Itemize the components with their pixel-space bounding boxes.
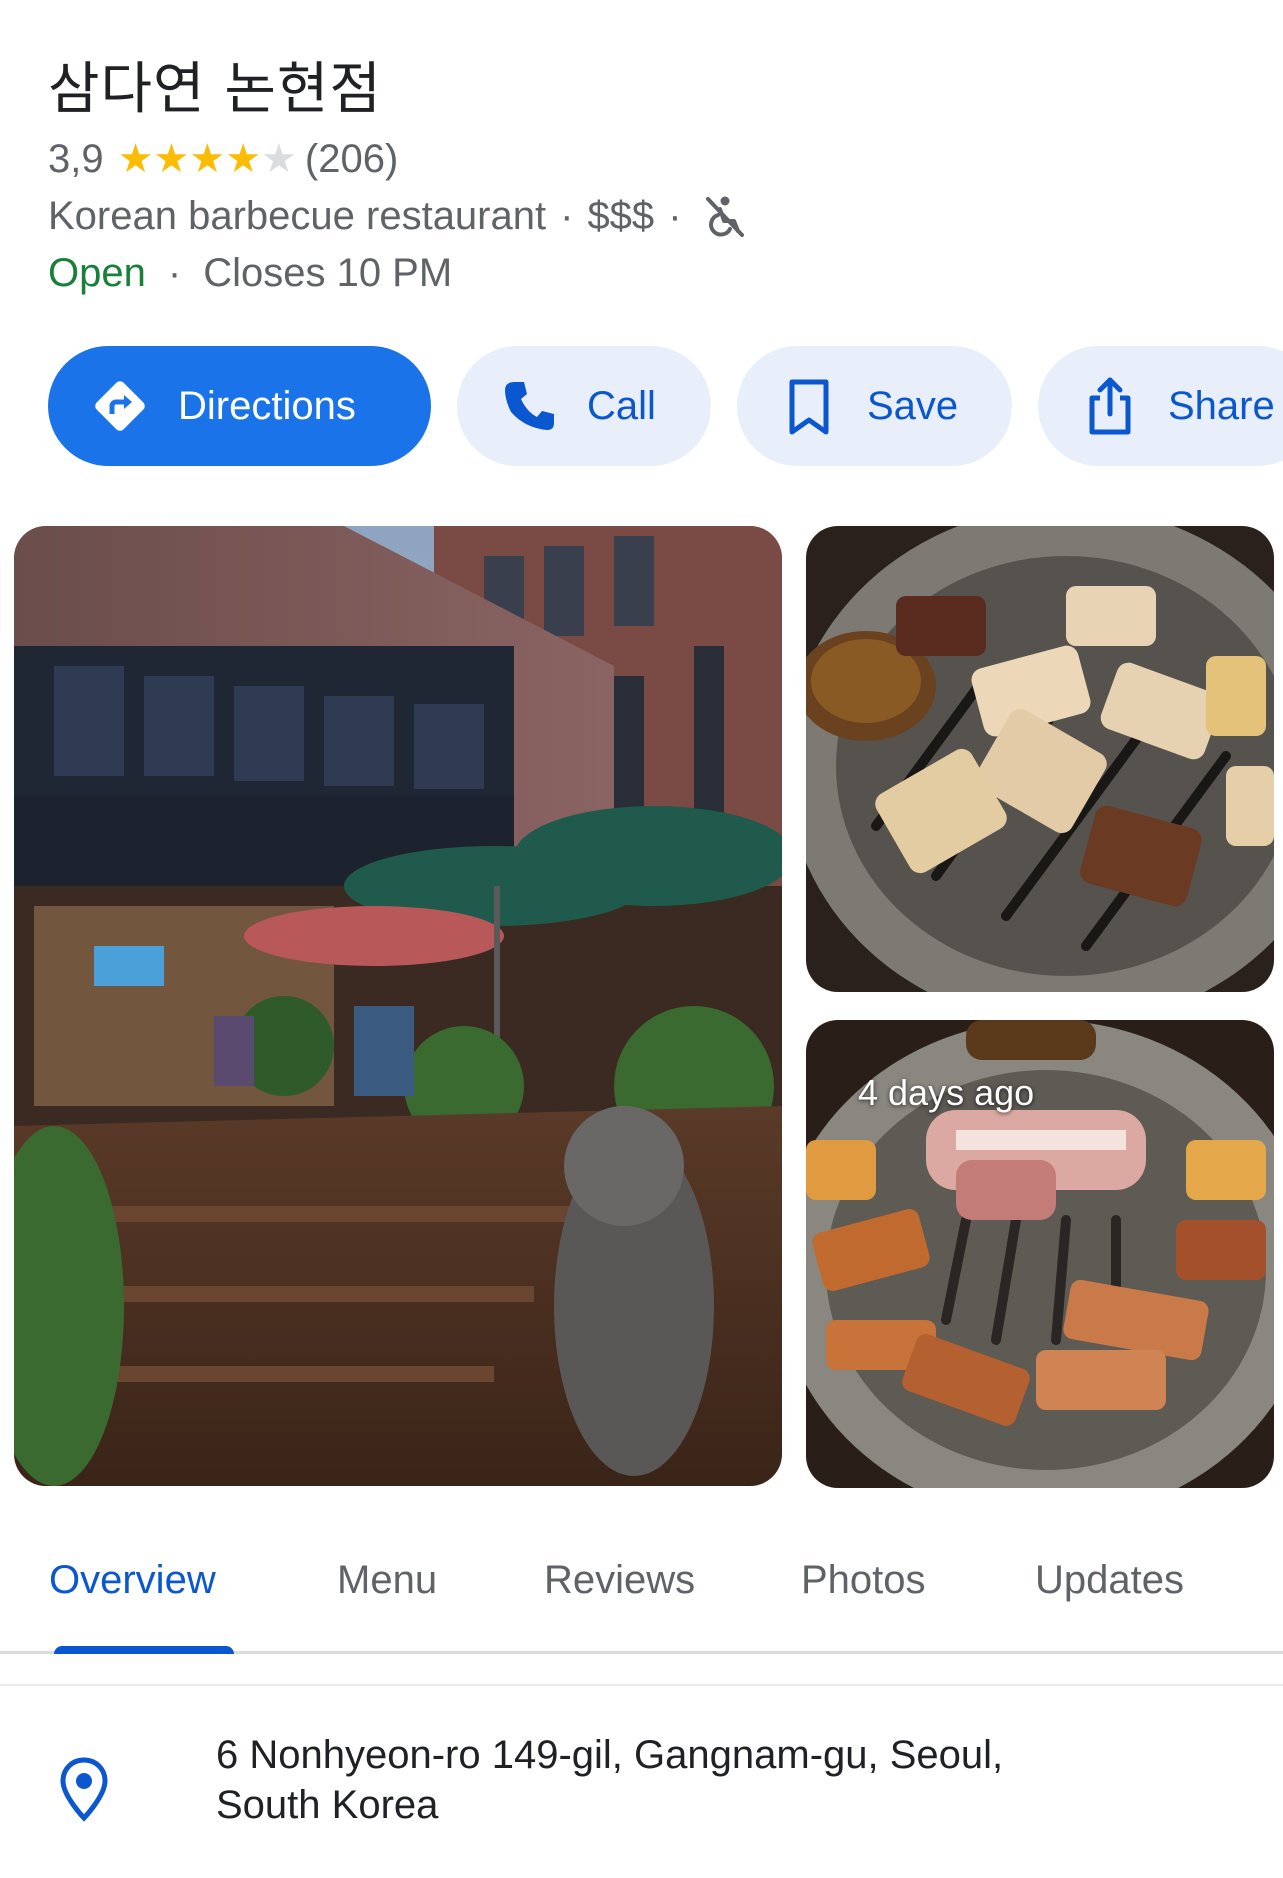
meta-row: Korean barbecue restaurant · $$$ ·: [48, 190, 750, 242]
open-status: Open: [48, 250, 146, 295]
address-text: 6 Nonhyeon-ro 149-gil, Gangnam-gu, Seoul…: [216, 1730, 1003, 1830]
bookmark-icon: [789, 379, 829, 435]
tab-updates[interactable]: Updates: [1035, 1558, 1184, 1603]
hours-status[interactable]: Open · Closes 10 PM: [48, 247, 452, 299]
call-button[interactable]: Call: [457, 346, 711, 466]
directions-icon: [95, 381, 145, 431]
star-full-icon: ★: [189, 136, 226, 182]
directions-label: Directions: [178, 383, 356, 428]
save-label: Save: [867, 383, 959, 428]
share-button[interactable]: Share: [1038, 346, 1283, 466]
photo-grill-1[interactable]: [806, 526, 1274, 992]
address-line-2: South Korea: [216, 1783, 439, 1827]
separator: ·: [560, 193, 574, 238]
separator: ·: [167, 250, 182, 295]
tab-reviews[interactable]: Reviews: [544, 1558, 695, 1603]
star-full-icon: ★: [153, 136, 190, 182]
tab-photos[interactable]: Photos: [801, 1558, 926, 1603]
active-tab-indicator: [54, 1646, 234, 1654]
rating-value: 3,9: [48, 136, 104, 181]
tab-overview[interactable]: Overview: [49, 1558, 216, 1603]
place-title: 삼다연 논현점: [48, 57, 382, 122]
closing-time: Closes 10 PM: [203, 250, 453, 295]
rating-stars: ★ ★ ★ ★ ★: [118, 139, 297, 179]
photo-storefront[interactable]: [14, 526, 782, 1486]
share-label: Share: [1168, 383, 1275, 428]
not-wheelchair-accessible-icon[interactable]: [700, 191, 750, 241]
photo-age-badge: 4 days ago: [858, 1072, 1035, 1113]
action-buttons: Directions Call Save Share: [48, 346, 1283, 466]
storefront-photo: [14, 526, 782, 1486]
call-label: Call: [587, 383, 656, 428]
separator: ·: [668, 193, 682, 238]
star-full-icon: ★: [117, 136, 154, 182]
photo-gallery: 4 days ago: [14, 526, 1274, 1488]
reviews-count: (206): [304, 136, 399, 181]
tab-menu[interactable]: Menu: [337, 1558, 437, 1603]
place-tabs: Overview Menu Reviews Photos Updates: [0, 1528, 1283, 1654]
address-line-1: 6 Nonhyeon-ro 149-gil, Gangnam-gu, Seoul…: [216, 1733, 1004, 1777]
grill-photo: [806, 526, 1274, 992]
phone-icon: [505, 382, 554, 430]
star-empty-icon: ★: [261, 136, 297, 182]
category-label: Korean barbecue restaurant: [48, 193, 547, 238]
price-level: $$$: [587, 193, 655, 238]
rating-row[interactable]: 3,9 ★ ★ ★ ★ ★ (206): [48, 133, 398, 185]
star-full-icon: ★: [225, 136, 262, 182]
section-divider: [0, 1684, 1283, 1686]
location-pin-icon: [60, 1757, 108, 1822]
share-icon: [1089, 377, 1131, 435]
save-button[interactable]: Save: [737, 346, 1012, 466]
photo-grill-2[interactable]: 4 days ago: [806, 1020, 1274, 1488]
directions-button[interactable]: Directions: [48, 346, 431, 466]
